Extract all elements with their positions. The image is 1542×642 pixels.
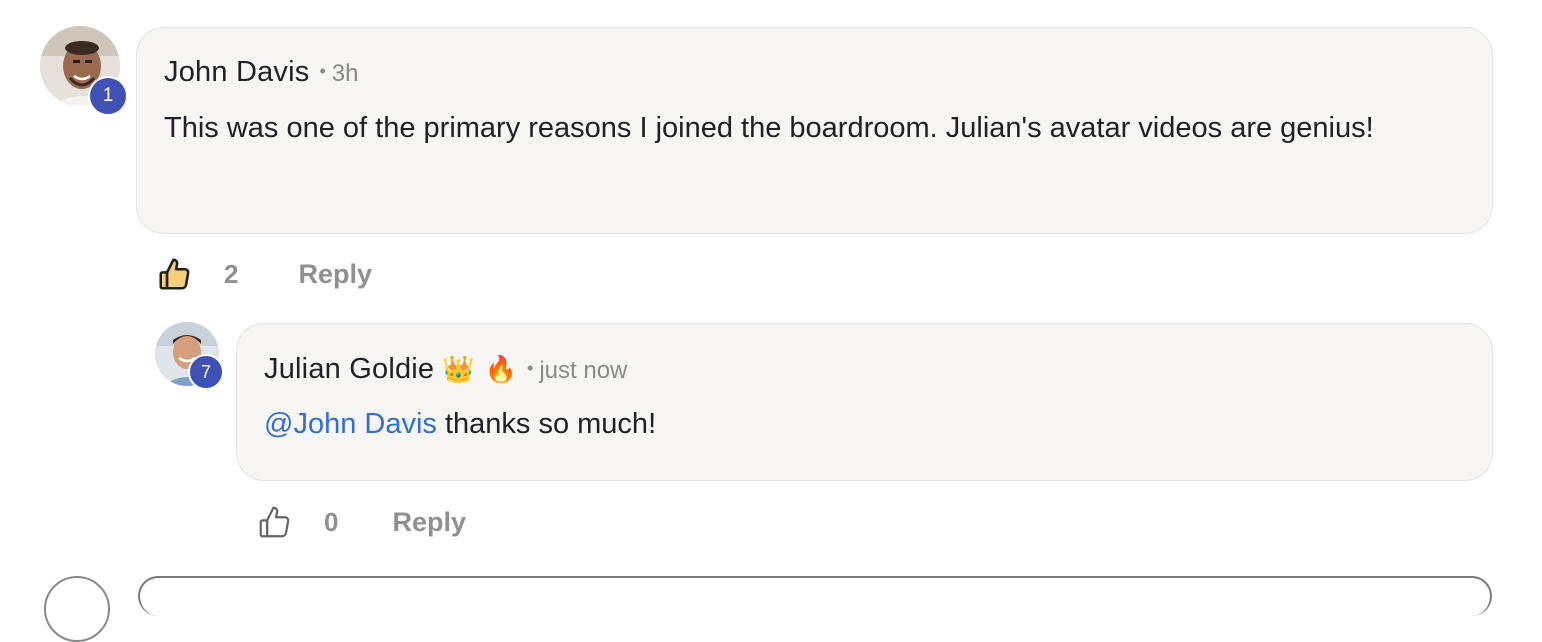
comment-header: John Davis • 3h bbox=[164, 56, 358, 89]
reply-button[interactable]: Reply bbox=[392, 507, 466, 538]
thumbs-up-icon[interactable] bbox=[256, 503, 294, 541]
separator-dot: • bbox=[527, 358, 534, 378]
comment-actions: 2 Reply bbox=[156, 252, 372, 296]
separator-dot: • bbox=[319, 61, 326, 81]
reply-button[interactable]: Reply bbox=[298, 259, 372, 290]
like-button[interactable] bbox=[156, 255, 194, 293]
timestamp: just now bbox=[539, 357, 628, 384]
author-name[interactable]: Julian Goldie bbox=[264, 353, 434, 386]
reply-text: @John Davis thanks so much! bbox=[264, 400, 1464, 448]
thumbs-up-icon[interactable] bbox=[156, 255, 194, 293]
timestamp: 3h bbox=[331, 60, 359, 87]
reply-actions: 0 Reply bbox=[256, 500, 466, 544]
comment-john-davis: 1 John Davis • 3h This was one of the pr… bbox=[0, 0, 1542, 300]
level-badge: 1 bbox=[88, 76, 128, 116]
next-comment-avatar bbox=[44, 576, 110, 642]
like-count: 0 bbox=[324, 506, 339, 537]
author-name[interactable]: John Davis bbox=[164, 56, 309, 89]
like-count: 2 bbox=[224, 258, 239, 289]
level-badge: 7 bbox=[188, 354, 224, 390]
next-comment-bubble bbox=[138, 576, 1492, 616]
user-mention[interactable]: @John Davis bbox=[264, 408, 437, 440]
reply-julian-goldie: 7 Julian Goldie 👑 🔥 • just now @John Dav… bbox=[0, 300, 1542, 582]
like-button[interactable] bbox=[256, 503, 294, 541]
crown-emoji: 👑 bbox=[442, 355, 475, 385]
fire-emoji: 🔥 bbox=[484, 355, 518, 385]
reply-message: thanks so much! bbox=[436, 408, 657, 440]
comment-text: This was one of the primary reasons I jo… bbox=[164, 112, 1374, 144]
reply-header: Julian Goldie 👑 🔥 • just now bbox=[264, 353, 627, 386]
